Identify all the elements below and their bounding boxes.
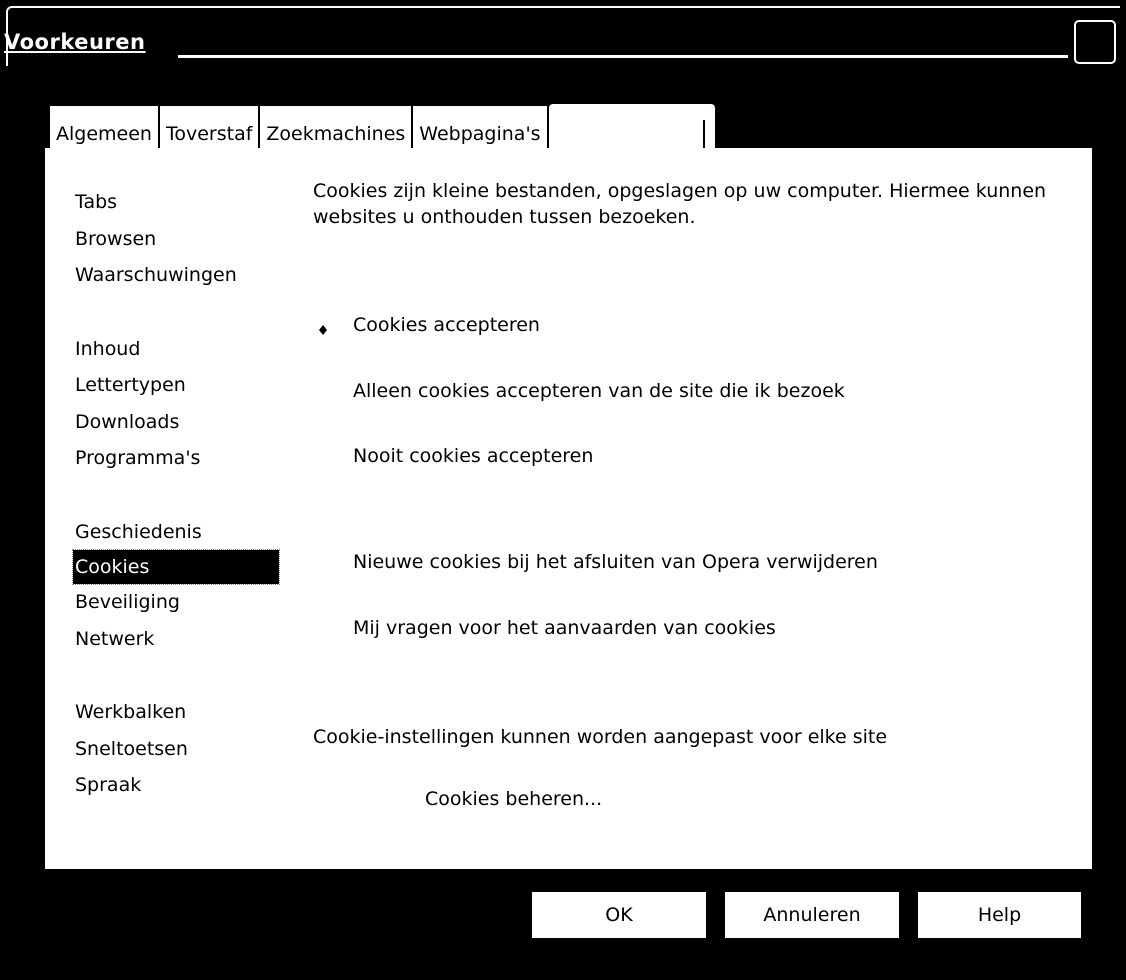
tab-webpaginas[interactable]: Webpagina's [413,106,549,150]
nav-item-lettertypen[interactable]: Lettertypen [73,367,283,404]
nav-item-netwerk[interactable]: Netwerk [73,621,283,658]
manage-cookies-button[interactable]: Cookies beheren... [425,788,602,810]
nav-item-tabs[interactable]: Tabs [73,184,283,221]
radio-selected-icon [319,325,327,335]
nav-item-cookies[interactable]: Cookies [72,549,280,585]
ok-button[interactable]: OK [532,892,706,938]
nav-item-geschiedenis[interactable]: Geschiedenis [73,514,283,551]
checkbox-delete-on-exit[interactable]: Nieuwe cookies bij het afsluiten van Ope… [353,551,878,573]
radio-accept-visited-site[interactable]: Alleen cookies accepteren van de site di… [353,380,845,402]
tab-toverstaf[interactable]: Toverstaf [159,106,261,150]
nav-group: Geschiedenis Cookies Beveiliging Netwerk [72,514,283,658]
tab-label: Zoekmachines [266,123,406,145]
tab-label: Webpagina's [419,123,541,145]
radio-accept-cookies[interactable]: Cookies accepteren [353,314,540,336]
per-site-label: Cookie-instellingen kunnen worden aangep… [313,726,888,748]
tab-geavanceerd[interactable] [548,104,715,150]
cookies-description: Cookies zijn kleine bestanden, opgeslage… [313,180,1047,228]
nav-group: Tabs Browsen Waarschuwingen [73,184,283,294]
help-button[interactable]: Help [918,892,1081,938]
nav-item-downloads[interactable]: Downloads [73,404,283,441]
close-button[interactable] [1074,20,1116,64]
preferences-panel: Tabs Browsen Waarschuwingen Inhoud Lette… [45,148,1092,869]
nav-item-werkbalken[interactable]: Werkbalken [73,694,283,731]
ok-label: OK [605,904,633,926]
cancel-button[interactable]: Annuleren [725,892,899,938]
nav-item-spraak[interactable]: Spraak [73,767,283,804]
radio-never-accept[interactable]: Nooit cookies accepteren [353,445,593,467]
help-label: Help [977,904,1022,926]
tab-label: Algemeen [56,123,152,145]
nav-item-waarschuwingen[interactable]: Waarschuwingen [73,257,283,294]
nav-item-beveiliging[interactable]: Beveiliging [73,584,283,621]
tab-algemeen[interactable]: Algemeen [50,106,160,150]
tab-edge [702,120,705,150]
tab-zoekmachines[interactable]: Zoekmachines [260,106,414,150]
category-list: Tabs Browsen Waarschuwingen Inhoud Lette… [72,184,283,841]
title-bar: Voorkeuren [0,0,1126,80]
nav-item-browsen[interactable]: Browsen [73,221,283,258]
nav-group: Inhoud Lettertypen Downloads Programma's [73,331,283,477]
checkbox-ask-cookies[interactable]: Mij vragen voor het aanvaarden van cooki… [353,617,776,639]
title-underline [178,55,1068,58]
nav-group: Werkbalken Sneltoetsen Spraak [73,694,283,804]
nav-item-programmas[interactable]: Programma's [73,440,283,477]
cancel-label: Annuleren [763,904,861,926]
tab-bar: Algemeen Toverstaf Zoekmachines Webpagin… [50,104,715,150]
window-title: Voorkeuren [4,30,146,54]
tab-label: Toverstaf [165,123,253,145]
nav-item-sneltoetsen[interactable]: Sneltoetsen [73,731,283,768]
nav-item-inhoud[interactable]: Inhoud [73,331,283,368]
